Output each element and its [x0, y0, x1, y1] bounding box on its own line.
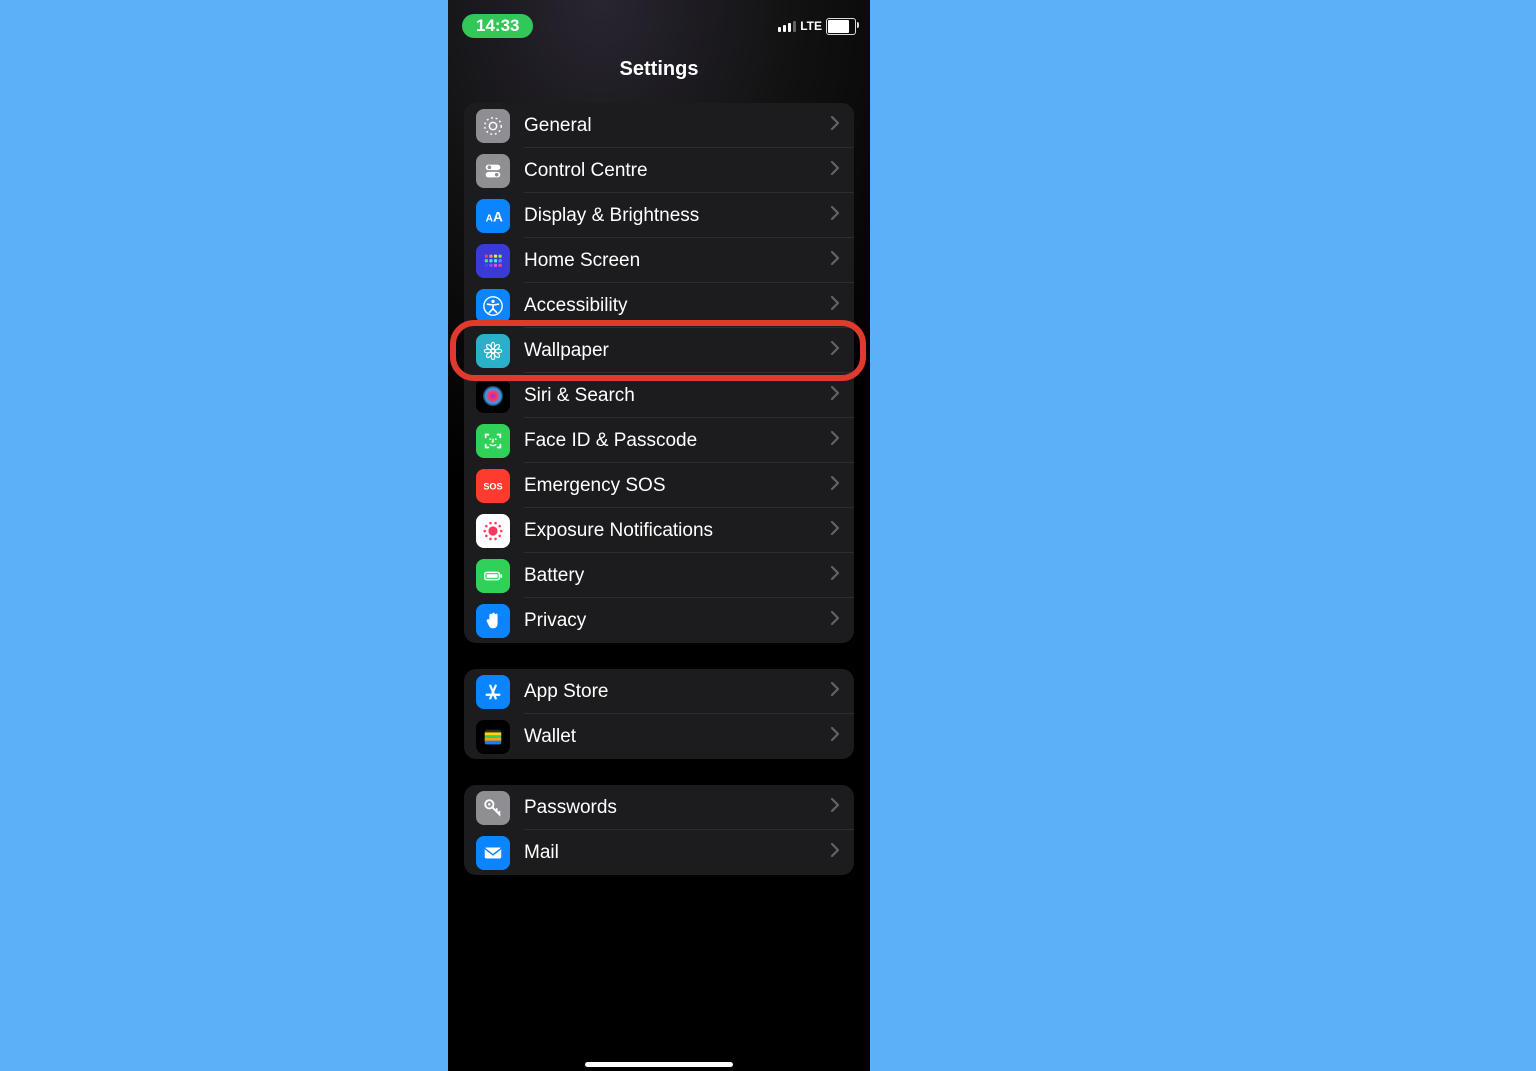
settings-row-privacy[interactable]: Privacy	[464, 598, 854, 643]
settings-row-general[interactable]: General	[464, 103, 854, 148]
home-screen-icon	[476, 244, 510, 278]
settings-row-battery[interactable]: Battery	[464, 553, 854, 598]
settings-row-label: Passwords	[524, 797, 830, 819]
chevron-right-icon	[830, 565, 840, 586]
chevron-right-icon	[830, 797, 840, 818]
chevron-right-icon	[830, 520, 840, 541]
chevron-right-icon	[830, 115, 840, 136]
settings-row-label: General	[524, 115, 830, 137]
settings-row-label: Accessibility	[524, 295, 830, 317]
settings-row-mail[interactable]: Mail	[464, 830, 854, 875]
settings-group: Passwords Mail	[464, 785, 854, 875]
svg-text:A: A	[493, 209, 503, 224]
chevron-right-icon	[830, 340, 840, 361]
settings-row-control-centre[interactable]: Control Centre	[464, 148, 854, 193]
settings-row-label: Control Centre	[524, 160, 830, 182]
wallet-icon	[476, 720, 510, 754]
settings-row-label: Privacy	[524, 610, 830, 632]
settings-list[interactable]: General Control Centre AA Display & Brightn…	[448, 103, 870, 875]
faceid-icon	[476, 424, 510, 458]
chevron-right-icon	[830, 160, 840, 181]
settings-row-siri[interactable]: Siri & Search	[464, 373, 854, 418]
phone-screen: 14:33 LTE Settings General Control Centre…	[448, 0, 870, 1071]
network-label: LTE	[800, 19, 822, 33]
chevron-right-icon	[830, 610, 840, 631]
settings-row-display[interactable]: AA Display & Brightness	[464, 193, 854, 238]
settings-row-label: Face ID & Passcode	[524, 430, 830, 452]
chevron-right-icon	[830, 681, 840, 702]
siri-icon	[476, 379, 510, 413]
settings-row-label: Wallet	[524, 726, 830, 748]
chevron-right-icon	[830, 726, 840, 747]
chevron-right-icon	[830, 842, 840, 863]
settings-row-label: Siri & Search	[524, 385, 830, 407]
settings-row-faceid[interactable]: Face ID & Passcode	[464, 418, 854, 463]
privacy-icon	[476, 604, 510, 638]
appstore-icon	[476, 675, 510, 709]
settings-row-accessibility[interactable]: Accessibility	[464, 283, 854, 328]
settings-row-wallpaper[interactable]: Wallpaper	[464, 328, 854, 373]
settings-row-label: Display & Brightness	[524, 205, 830, 227]
settings-row-wallet[interactable]: Wallet	[464, 714, 854, 759]
settings-row-label: Wallpaper	[524, 340, 830, 362]
chevron-right-icon	[830, 205, 840, 226]
settings-row-label: Exposure Notifications	[524, 520, 830, 542]
cellular-signal-icon	[778, 20, 796, 32]
settings-row-appstore[interactable]: App Store	[464, 669, 854, 714]
status-time[interactable]: 14:33	[462, 14, 533, 38]
settings-row-label: App Store	[524, 681, 830, 703]
accessibility-icon	[476, 289, 510, 323]
settings-row-home-screen[interactable]: Home Screen	[464, 238, 854, 283]
general-icon	[476, 109, 510, 143]
chevron-right-icon	[830, 295, 840, 316]
settings-group: General Control Centre AA Display & Brightn…	[464, 103, 854, 643]
display-icon: AA	[476, 199, 510, 233]
exposure-icon	[476, 514, 510, 548]
battery-icon	[476, 559, 510, 593]
settings-row-sos[interactable]: SOS Emergency SOS	[464, 463, 854, 508]
status-bar: 14:33 LTE	[448, 0, 870, 46]
chevron-right-icon	[830, 475, 840, 496]
page-title: Settings	[448, 58, 870, 81]
settings-row-label: Home Screen	[524, 250, 830, 272]
home-indicator[interactable]	[585, 1062, 733, 1067]
settings-group: App Store Wallet	[464, 669, 854, 759]
chevron-right-icon	[830, 430, 840, 451]
settings-row-label: Battery	[524, 565, 830, 587]
battery-icon	[826, 18, 856, 35]
wallpaper-icon	[476, 334, 510, 368]
settings-row-label: Emergency SOS	[524, 475, 830, 497]
sos-icon: SOS	[476, 469, 510, 503]
svg-text:SOS: SOS	[483, 481, 502, 491]
mail-icon	[476, 836, 510, 870]
settings-row-exposure[interactable]: Exposure Notifications	[464, 508, 854, 553]
chevron-right-icon	[830, 385, 840, 406]
control-centre-icon	[476, 154, 510, 188]
chevron-right-icon	[830, 250, 840, 271]
status-right: LTE	[778, 18, 856, 35]
passwords-icon	[476, 791, 510, 825]
settings-row-label: Mail	[524, 842, 830, 864]
settings-row-passwords[interactable]: Passwords	[464, 785, 854, 830]
